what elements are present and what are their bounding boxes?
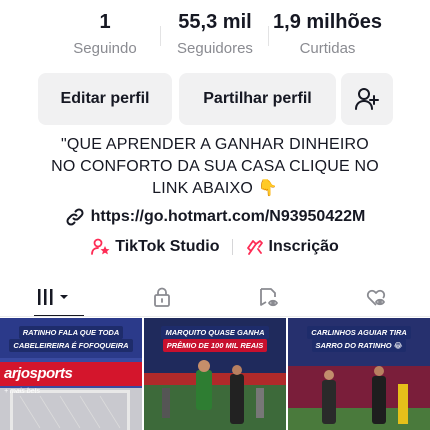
- video-thumbnail[interactable]: RATINHO FALA QUE TODA CABELEIREIRA É FOF…: [0, 318, 142, 430]
- video-caption: CARLINHOS AGUIAR TIRA SARRO DO RATINHO 😂: [294, 326, 424, 352]
- liked-icon: [366, 289, 386, 306]
- divider: [0, 316, 430, 317]
- subscription-icon: [246, 240, 263, 255]
- bio-line: "QUE APRENDER A GANHAR DINHEIRO: [61, 136, 369, 153]
- add-user-icon: [355, 88, 379, 110]
- caption-line: CABELEIREIRA É FOFOQUEIRA: [9, 339, 133, 352]
- caption-line: SARRO DO RATINHO 😂: [311, 339, 407, 352]
- tab-private[interactable]: [108, 277, 215, 317]
- bio-line: LINK ABAIXO 👇: [152, 180, 278, 197]
- bio-link[interactable]: https://go.hotmart.com/N93950422M: [0, 207, 430, 227]
- profile-bio: "QUE APRENDER A GANHAR DINHEIRO NO CONFO…: [30, 134, 400, 200]
- caption-line: PRÊMIO DE 100 MIL REAIS: [162, 339, 268, 352]
- video-grid: RATINHO FALA QUE TODA CABELEIREIRA É FOF…: [0, 318, 430, 430]
- edit-profile-button[interactable]: Editar perfil: [38, 73, 172, 125]
- signup-label: Inscrição: [268, 238, 339, 255]
- share-profile-button[interactable]: Partilhar perfil: [179, 73, 336, 125]
- link-icon: [66, 208, 84, 226]
- grid-icon: [38, 289, 68, 305]
- profile-tabs: [0, 277, 430, 317]
- divider: [268, 26, 269, 46]
- studio-icon: [91, 238, 110, 255]
- lock-icon: [153, 287, 170, 307]
- likes-stat[interactable]: 1,9 milhões Curtidas: [270, 8, 385, 60]
- following-count: 1: [99, 11, 111, 33]
- tiktok-studio-label: TikTok Studio: [115, 238, 220, 255]
- tab-videos[interactable]: [0, 277, 108, 317]
- caption-line: CARLINHOS AGUIAR TIRA: [307, 326, 411, 339]
- tab-liked[interactable]: [322, 277, 430, 317]
- caption-line: MARQUITO QUASE GANHA: [161, 326, 269, 339]
- video-thumbnail[interactable]: MARQUITO QUASE GANHA PRÊMIO DE 100 MIL R…: [144, 318, 286, 430]
- followers-stat[interactable]: 55,3 mil Seguidores: [165, 8, 265, 60]
- tiktok-studio-link[interactable]: TikTok Studio: [91, 237, 220, 257]
- add-friend-button[interactable]: [341, 73, 393, 125]
- following-stat[interactable]: 1 Seguindo: [55, 8, 155, 60]
- following-label: Seguindo: [73, 40, 137, 57]
- profile-stats: 1 Seguindo 55,3 mil Seguidores 1,9 milhõ…: [0, 8, 430, 64]
- caption-line: RATINHO FALA QUE TODA: [18, 326, 124, 339]
- divider: [231, 239, 233, 255]
- likes-count: 1,9 milhões: [273, 11, 382, 33]
- likes-label: Curtidas: [299, 40, 356, 57]
- brand-banner: arjosports: [0, 362, 142, 386]
- bio-link-url[interactable]: https://go.hotmart.com/N93950422M: [91, 208, 366, 226]
- tab-reposts[interactable]: [215, 277, 322, 317]
- bio-line: NO CONFORTO DA SUA CASA CLIQUE NO: [51, 158, 379, 175]
- followers-count: 55,3 mil: [178, 11, 252, 33]
- followers-label: Seguidores: [177, 40, 253, 57]
- video-caption: MARQUITO QUASE GANHA PRÊMIO DE 100 MIL R…: [150, 326, 280, 352]
- repost-icon: [259, 288, 278, 307]
- video-thumbnail[interactable]: CARLINHOS AGUIAR TIRA SARRO DO RATINHO 😂: [288, 318, 430, 430]
- brand-subtext: + mais bets: [4, 388, 40, 395]
- divider: [160, 26, 161, 46]
- video-caption: RATINHO FALA QUE TODA CABELEIREIRA É FOF…: [6, 326, 136, 352]
- signup-link[interactable]: Inscrição: [245, 237, 339, 257]
- creator-tools-row: TikTok Studio Inscrição: [0, 237, 430, 257]
